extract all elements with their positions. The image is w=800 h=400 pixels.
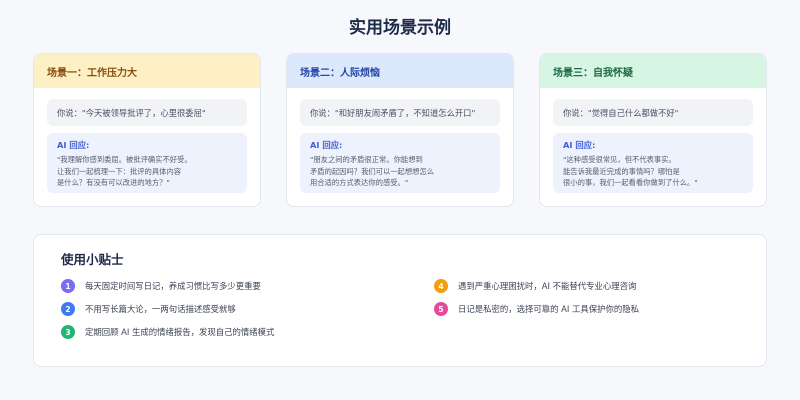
scenario-card-header: 场景二：人际烦恼 xyxy=(287,54,513,88)
scenario-card-header: 场景一：工作压力大 xyxy=(34,54,260,88)
tip-text: 遇到严重心理困扰时，AI 不能替代专业心理咨询 xyxy=(458,281,637,291)
tip-item-2: 2 不用写长篇大论，一两句话描述感受就够 xyxy=(61,302,236,316)
scenario-card-2: 场景二：人际烦恼 你说："和好朋友闹矛盾了，不知道怎么开口" AI 回应: "朋… xyxy=(286,53,514,207)
tips-panel: 使用小贴士 1 每天固定时间写日记，养成习惯比写多少更重要 2 不用写长篇大论，… xyxy=(33,234,767,367)
ai-response-label: AI 回应: xyxy=(57,140,90,150)
ai-response-box: AI 回应: "朋友之间的矛盾很正常。你能想到 矛盾的起因吗？我们可以一起想想怎… xyxy=(300,133,500,193)
tip-number-badge: 1 xyxy=(61,279,75,293)
ai-response-line: 让我们一起梳理一下：批评的具体内容 xyxy=(57,166,182,176)
ai-response-line: 很小的事，我们一起看看你做到了什么。" xyxy=(563,178,698,187)
tip-number-badge: 3 xyxy=(61,325,75,339)
user-quote: 你说："觉得自己什么都做不好" xyxy=(553,99,753,126)
ai-response-line: "我理解你感到委屈。被批评确实不好受。 xyxy=(57,155,192,164)
user-quote: 你说："和好朋友闹矛盾了，不知道怎么开口" xyxy=(300,99,500,126)
scenario-card-header: 场景三：自我怀疑 xyxy=(540,54,766,88)
ai-response-label: AI 回应: xyxy=(563,140,596,150)
ai-response-line: 是什么？有没有可以改进的地方？" xyxy=(57,178,170,187)
tip-text: 不用写长篇大论，一两句话描述感受就够 xyxy=(85,304,236,314)
tip-item-1: 1 每天固定时间写日记，养成习惯比写多少更重要 xyxy=(61,279,261,293)
ai-response-label: AI 回应: xyxy=(310,140,343,150)
tip-number-badge: 5 xyxy=(434,302,448,316)
tip-number-badge: 2 xyxy=(61,302,75,316)
ai-response-box: AI 回应: "这种感受很常见，但不代表事实。 能告诉我最近完成的事情吗？哪怕是… xyxy=(553,133,753,193)
scenario-title: 场景三：自我怀疑 xyxy=(553,67,633,79)
scenario-title: 场景一：工作压力大 xyxy=(47,67,137,79)
tips-title: 使用小贴士 xyxy=(61,252,124,267)
tip-item-4: 4 遇到严重心理困扰时，AI 不能替代专业心理咨询 xyxy=(434,279,636,293)
ai-response-line: 矛盾的起因吗？我们可以一起想想怎么 xyxy=(310,166,435,176)
tip-item-5: 5 日记是私密的，选择可靠的 AI 工具保护你的隐私 xyxy=(434,302,639,316)
scenario-card-3: 场景三：自我怀疑 你说："觉得自己什么都做不好" AI 回应: "这种感受很常见… xyxy=(539,53,767,207)
tip-item-3: 3 定期回顾 AI 生成的情绪报告，发现自己的情绪模式 xyxy=(61,325,274,339)
user-quote: 你说："今天被领导批评了，心里很委屈" xyxy=(47,99,247,126)
ai-response-line: "朋友之间的矛盾很正常。你能想到 xyxy=(310,155,423,164)
scenario-title: 场景二：人际烦恼 xyxy=(300,67,380,79)
page-title: 实用场景示例 xyxy=(349,18,451,38)
ai-response-line: 用合适的方式表达你的感受。" xyxy=(310,178,409,187)
tip-text: 日记是私密的，选择可靠的 AI 工具保护你的隐私 xyxy=(458,304,640,314)
ai-response-line: 能告诉我最近完成的事情吗？哪怕是 xyxy=(563,166,680,176)
tip-text: 定期回顾 AI 生成的情绪报告，发现自己的情绪模式 xyxy=(85,327,275,337)
ai-response-box: AI 回应: "我理解你感到委屈。被批评确实不好受。 让我们一起梳理一下：批评的… xyxy=(47,133,247,193)
tip-number-badge: 4 xyxy=(434,279,448,293)
tip-text: 每天固定时间写日记，养成习惯比写多少更重要 xyxy=(85,281,261,291)
scenario-card-1: 场景一：工作压力大 你说："今天被领导批评了，心里很委屈" AI 回应: "我理… xyxy=(33,53,261,207)
ai-response-line: "这种感受很常见，但不代表事实。 xyxy=(563,155,676,164)
